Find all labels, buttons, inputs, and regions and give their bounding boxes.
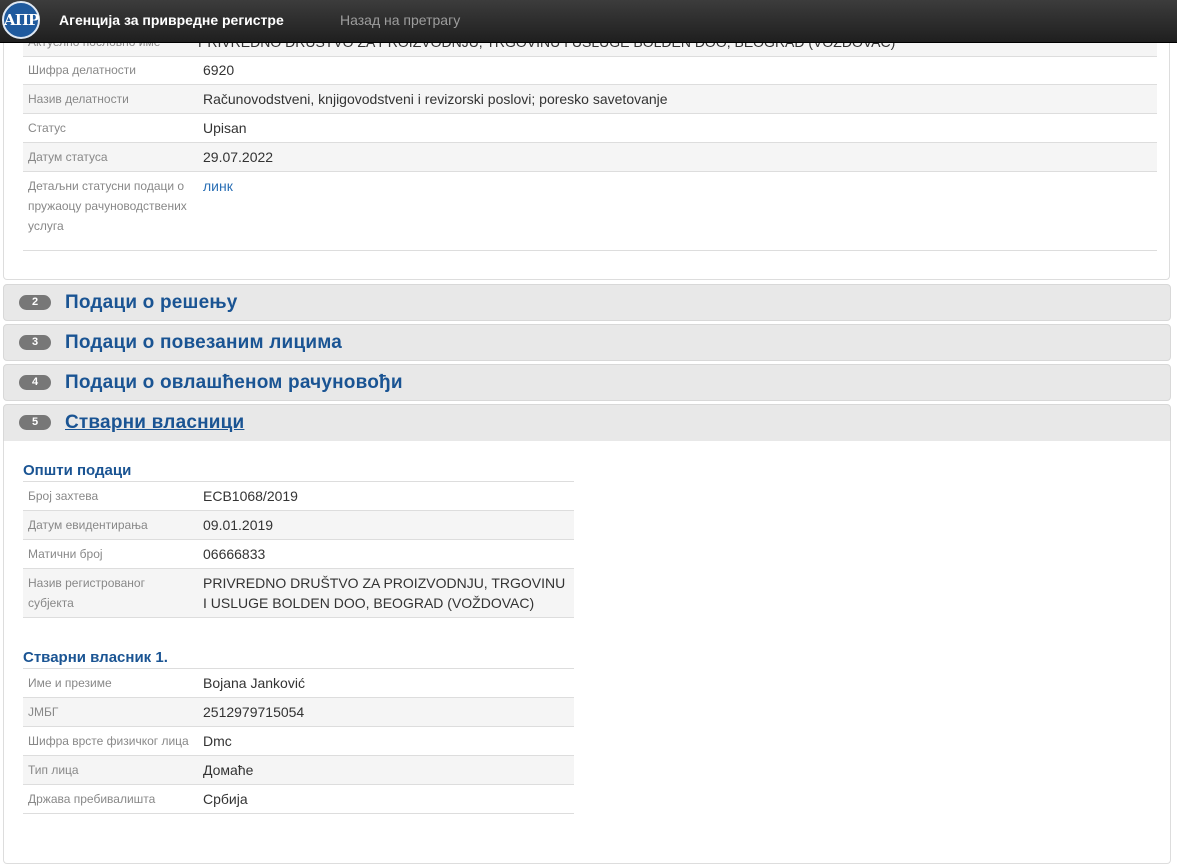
- detailed-status-link[interactable]: линк: [203, 178, 233, 194]
- person-type-code-label: Шифра врсте физичког лица: [23, 726, 198, 756]
- table-row: ЈМБГ 2512979715054: [23, 697, 574, 727]
- top-navbar: АПР Агенција за привредне регистре Назад…: [0, 0, 1177, 43]
- request-number-label: Број захтева: [23, 481, 198, 511]
- registered-entity-label: Назив регистрованог субјекта: [23, 568, 198, 618]
- general-data-heading: Општи подаци: [23, 462, 132, 479]
- table-row: Назив регистрованог субјекта PRIVREDNO D…: [23, 568, 574, 618]
- status-date-label: Датум статуса: [23, 142, 198, 172]
- section-title[interactable]: Подаци о овлашћеном рачуновођи: [65, 372, 403, 394]
- section-title[interactable]: Подаци о решењу: [65, 292, 238, 314]
- full-name-value: Bojana Janković: [198, 668, 574, 698]
- request-number-value: ECB1068/2019: [198, 481, 574, 511]
- residence-country-value: Србија: [198, 784, 574, 814]
- person-kind-value: Домаће: [198, 755, 574, 785]
- jmbg-label: ЈМБГ: [23, 697, 198, 727]
- brand-title[interactable]: Агенција за привредне регистре: [59, 0, 284, 40]
- detailed-status-label: Детаљни статусни подаци о пружаоцу рачун…: [23, 171, 198, 251]
- activity-name-value: Računovodstveni, knjigovodstveni i reviz…: [198, 84, 1157, 114]
- person-type-code-value: Dmc: [198, 726, 574, 756]
- accordion-beneficial-owners[interactable]: 5 Стварни власници: [3, 404, 1171, 442]
- status-value: Upisan: [198, 113, 1157, 143]
- general-data-table: Број захтева ECB1068/2019 Датум евиденти…: [23, 481, 574, 618]
- status-label: Статус: [23, 113, 198, 143]
- table-row: Матични број 06666833: [23, 539, 574, 569]
- section-number-badge: 3: [19, 335, 51, 350]
- beneficial-owner-heading: Стварни власник 1.: [23, 649, 168, 666]
- beneficial-owner-table: Име и презиме Bojana Janković ЈМБГ 25129…: [23, 668, 574, 814]
- record-date-value: 09.01.2019: [198, 510, 574, 540]
- accordion-authorized-accountant[interactable]: 4 Подаци о овлашћеном рачуновођи: [3, 364, 1171, 401]
- table-row: Статус Upisan: [23, 113, 1157, 143]
- company-details-table: Шифра делатности 6920 Назив делатности R…: [23, 56, 1157, 251]
- section-number-badge: 2: [19, 295, 51, 310]
- registered-entity-value: PRIVREDNO DRUŠTVO ZA PROIZVODNJU, TRGOVI…: [198, 568, 574, 618]
- table-row: Шифра врсте физичког лица Dmc: [23, 726, 574, 756]
- table-row: Назив делатности Računovodstveni, knjigo…: [23, 84, 1157, 114]
- table-row: Држава пребивалишта Србија: [23, 784, 574, 814]
- detailed-status-cell: линк: [198, 171, 1157, 251]
- activity-code-label: Шифра делатности: [23, 56, 198, 85]
- table-row: Детаљни статусни подаци о пружаоцу рачун…: [23, 171, 1157, 251]
- table-row: Тип лица Домаће: [23, 755, 574, 785]
- registration-number-label: Матични број: [23, 539, 198, 569]
- registration-number-value: 06666833: [198, 539, 574, 569]
- table-row: Број захтева ECB1068/2019: [23, 481, 574, 511]
- section-number-badge: 5: [19, 415, 51, 430]
- table-row: Шифра делатности 6920: [23, 56, 1157, 85]
- accordion-decision-data[interactable]: 2 Подаци о решењу: [3, 284, 1171, 321]
- record-date-label: Датум евидентирања: [23, 510, 198, 540]
- accordion-related-persons[interactable]: 3 Подаци о повезаним лицима: [3, 324, 1171, 361]
- residence-country-label: Држава пребивалишта: [23, 784, 198, 814]
- activity-name-label: Назив делатности: [23, 84, 198, 114]
- section-title[interactable]: Подаци о повезаним лицима: [65, 332, 342, 354]
- activity-code-value: 6920: [198, 56, 1157, 85]
- table-row: Датум статуса 29.07.2022: [23, 142, 1157, 172]
- status-date-value: 29.07.2022: [198, 142, 1157, 172]
- table-row: Име и презиме Bojana Janković: [23, 668, 574, 698]
- apr-logo[interactable]: АПР: [2, 1, 40, 39]
- full-name-label: Име и презиме: [23, 668, 198, 698]
- logo-text: АПР: [3, 11, 40, 29]
- back-to-search-link[interactable]: Назад на претрагу: [340, 0, 460, 40]
- person-kind-label: Тип лица: [23, 755, 198, 785]
- section-title[interactable]: Стварни власници: [65, 412, 244, 434]
- table-row: Датум евидентирања 09.01.2019: [23, 510, 574, 540]
- section-number-badge: 4: [19, 375, 51, 390]
- jmbg-value: 2512979715054: [198, 697, 574, 727]
